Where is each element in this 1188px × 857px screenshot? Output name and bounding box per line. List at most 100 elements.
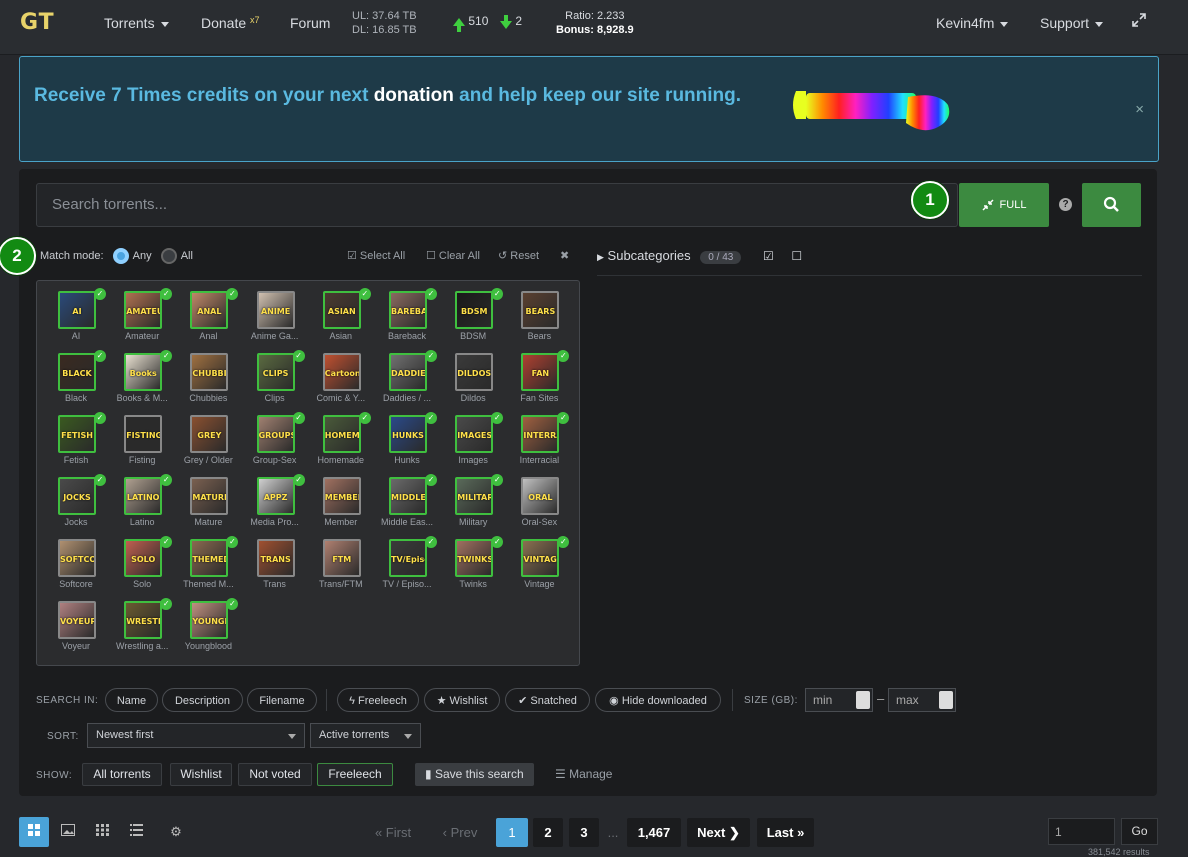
category-item[interactable]: MATURE Mature — [175, 477, 241, 539]
clear-all-button[interactable]: ☐ Clear All — [426, 249, 480, 262]
sort-select[interactable]: Newest first — [87, 723, 305, 748]
page-2[interactable]: 2 — [533, 818, 563, 847]
category-item[interactable]: ANAL ✓ Anal — [175, 288, 241, 353]
category-item[interactable]: BAREBACK✓ Bareback — [374, 288, 440, 353]
category-item[interactable]: ANIME GAMES Anime Ga... — [242, 291, 308, 353]
category-item[interactable]: TWINKS ✓ Twinks — [440, 536, 506, 601]
banner-donation-link[interactable]: donation — [374, 85, 454, 106]
category-item[interactable]: FETISH ✓ Fetish — [43, 412, 109, 477]
category-item[interactable]: FAN SITES✓ Fan Sites — [506, 350, 572, 415]
category-item[interactable]: TRANS Trans — [242, 539, 308, 601]
category-item[interactable]: THEMED MOVIE✓ Themed M... — [175, 536, 241, 601]
category-item[interactable]: YOUNGBLOOD✓ Youngblood — [175, 598, 241, 663]
show-freeleech[interactable]: Freeleech — [317, 763, 393, 786]
filter-snatched[interactable]: ✔ Snatched — [505, 688, 590, 712]
nav-torrents[interactable]: Torrents — [104, 15, 169, 31]
category-item[interactable]: ASIAN ✓ Asian — [308, 288, 374, 353]
category-item[interactable]: CHUBBIES Chubbies — [175, 353, 241, 415]
category-item[interactable]: GREY OLDER Grey / Older — [175, 415, 241, 477]
filter-select[interactable]: Active torrents — [310, 723, 421, 748]
user-menu[interactable]: Kevin4fm — [936, 15, 1009, 31]
match-all-radio[interactable] — [160, 248, 177, 264]
page-1[interactable]: 1 — [496, 818, 528, 847]
category-item[interactable]: MIDDLE EASTERN✓ Middle Eas... — [374, 474, 440, 539]
search-button[interactable] — [1082, 183, 1141, 227]
search-input[interactable] — [36, 183, 932, 225]
check-all-icon[interactable]: ☑ — [763, 249, 774, 263]
filter-freeleech[interactable]: ϟ Freeleech — [337, 688, 419, 712]
nav-forum[interactable]: Forum — [290, 15, 330, 31]
nav-donate[interactable]: Donate x7 — [201, 15, 260, 31]
spinner-icon[interactable] — [939, 691, 953, 709]
category-item[interactable]: MILITARY✓ Military — [440, 474, 506, 539]
category-item[interactable]: DADDIES✓ Daddies / ... — [374, 350, 440, 415]
category-item[interactable]: Books & Magazines✓ Books & M... — [109, 350, 175, 415]
view-image-icon[interactable] — [53, 817, 83, 847]
help-icon[interactable]: ? — [1059, 198, 1072, 211]
category-item[interactable]: VOYEUR Voyeur — [43, 601, 109, 663]
view-grid-large-icon[interactable] — [19, 817, 49, 847]
spinner-icon[interactable] — [856, 691, 870, 709]
settings-gear-icon[interactable]: ⚙ — [161, 817, 191, 847]
page-last-number[interactable]: 1,467 — [627, 818, 681, 847]
uncheck-all-icon[interactable]: ☐ — [791, 249, 802, 263]
filter-wishlist[interactable]: ★ Wishlist — [424, 688, 500, 712]
show-all-torrents[interactable]: All torrents — [82, 763, 162, 786]
close-categories-button[interactable]: ✖ — [560, 249, 569, 262]
category-item[interactable]: BDSM ✓ BDSM — [440, 288, 506, 353]
seeding-count[interactable]: 510 — [453, 14, 488, 32]
filter-hide-downloaded[interactable]: ◉ Hide downloaded — [595, 688, 721, 712]
category-item[interactable]: SOFTCORE Softcore — [43, 539, 109, 601]
search-in-name[interactable]: Name — [105, 688, 158, 712]
category-item[interactable]: ORAL SEX Oral-Sex — [506, 477, 572, 539]
view-list-icon[interactable] — [121, 817, 151, 847]
category-item[interactable]: LATINO ✓ Latino — [109, 474, 175, 539]
category-item[interactable]: CLIPS ✓ Clips — [242, 350, 308, 415]
category-item[interactable]: INTERRACIAL✓ Interracial — [506, 412, 572, 477]
manage-button[interactable]: ☰ Manage — [555, 767, 612, 781]
show-not-voted[interactable]: Not voted — [238, 763, 312, 786]
search-in-description[interactable]: Description — [162, 688, 243, 712]
save-search-button[interactable]: ▮ Save this search — [415, 763, 534, 786]
reset-button[interactable]: ↺ Reset — [498, 249, 539, 262]
category-item[interactable]: Cartoons Comics Yaoi Comic & Y... — [308, 353, 374, 415]
size-min-input[interactable]: min — [805, 688, 873, 712]
category-item[interactable]: IMAGES ✓ Images — [440, 412, 506, 477]
match-any-radio[interactable] — [112, 248, 129, 264]
category-item[interactable]: VINTAGE ✓ Vintage — [506, 536, 572, 601]
site-logo[interactable]: GT — [20, 10, 55, 35]
category-item[interactable]: APPZ ✓ Media Pro... — [242, 474, 308, 539]
category-item[interactable]: WRESTLING SPORTS✓ Wrestling a... — [109, 598, 175, 663]
category-item[interactable]: AI VIDEOS✓ AI — [43, 288, 109, 353]
go-page-button[interactable]: Go — [1121, 818, 1158, 845]
page-next[interactable]: Next ❯ — [687, 818, 750, 847]
page-prev[interactable]: ‹ Prev — [434, 818, 486, 847]
category-item[interactable]: DILDOS Dildos — [440, 353, 506, 415]
subcategories-toggle[interactable]: ▶ Subcategories 0 / 43 ☑ ☐ — [597, 248, 802, 264]
search-in-filename[interactable]: Filename — [247, 688, 317, 712]
page-first[interactable]: « First — [368, 818, 418, 847]
category-item[interactable]: MEMBERS Member — [308, 477, 374, 539]
view-grid-small-icon[interactable] — [87, 817, 117, 847]
leeching-count[interactable]: 2 — [500, 14, 522, 29]
category-item[interactable]: HOMEMADE✓ Homemade — [308, 412, 374, 477]
full-search-button[interactable]: FULL — [959, 183, 1049, 227]
category-item[interactable]: AMATEUR✓ Amateur — [109, 288, 175, 353]
page-3[interactable]: 3 — [569, 818, 599, 847]
category-item[interactable]: HUNKS ✓ Hunks — [374, 412, 440, 477]
category-item[interactable]: FISTING Fisting — [109, 415, 175, 477]
category-item[interactable]: GROUPSEX✓ Group-Sex — [242, 412, 308, 477]
select-all-button[interactable]: ☑ Select All — [347, 249, 405, 262]
support-menu[interactable]: Support — [1040, 15, 1104, 31]
banner-close-button[interactable]: × — [1135, 101, 1144, 118]
fullscreen-icon[interactable] — [1132, 13, 1146, 30]
category-item[interactable]: TV/Episodes✓ TV / Episo... — [374, 536, 440, 601]
category-item[interactable]: SOLO ✓ Solo — [109, 536, 175, 601]
show-wishlist[interactable]: Wishlist — [170, 763, 232, 786]
page-last[interactable]: Last » — [757, 818, 814, 847]
size-max-input[interactable]: max — [888, 688, 956, 712]
category-item[interactable]: BLACK ✓ Black — [43, 350, 109, 415]
category-item[interactable]: JOCKS ✓ Jocks — [43, 474, 109, 539]
category-item[interactable]: BEARS Bears — [506, 291, 572, 353]
category-item[interactable]: FTM Trans/FTM — [308, 539, 374, 601]
